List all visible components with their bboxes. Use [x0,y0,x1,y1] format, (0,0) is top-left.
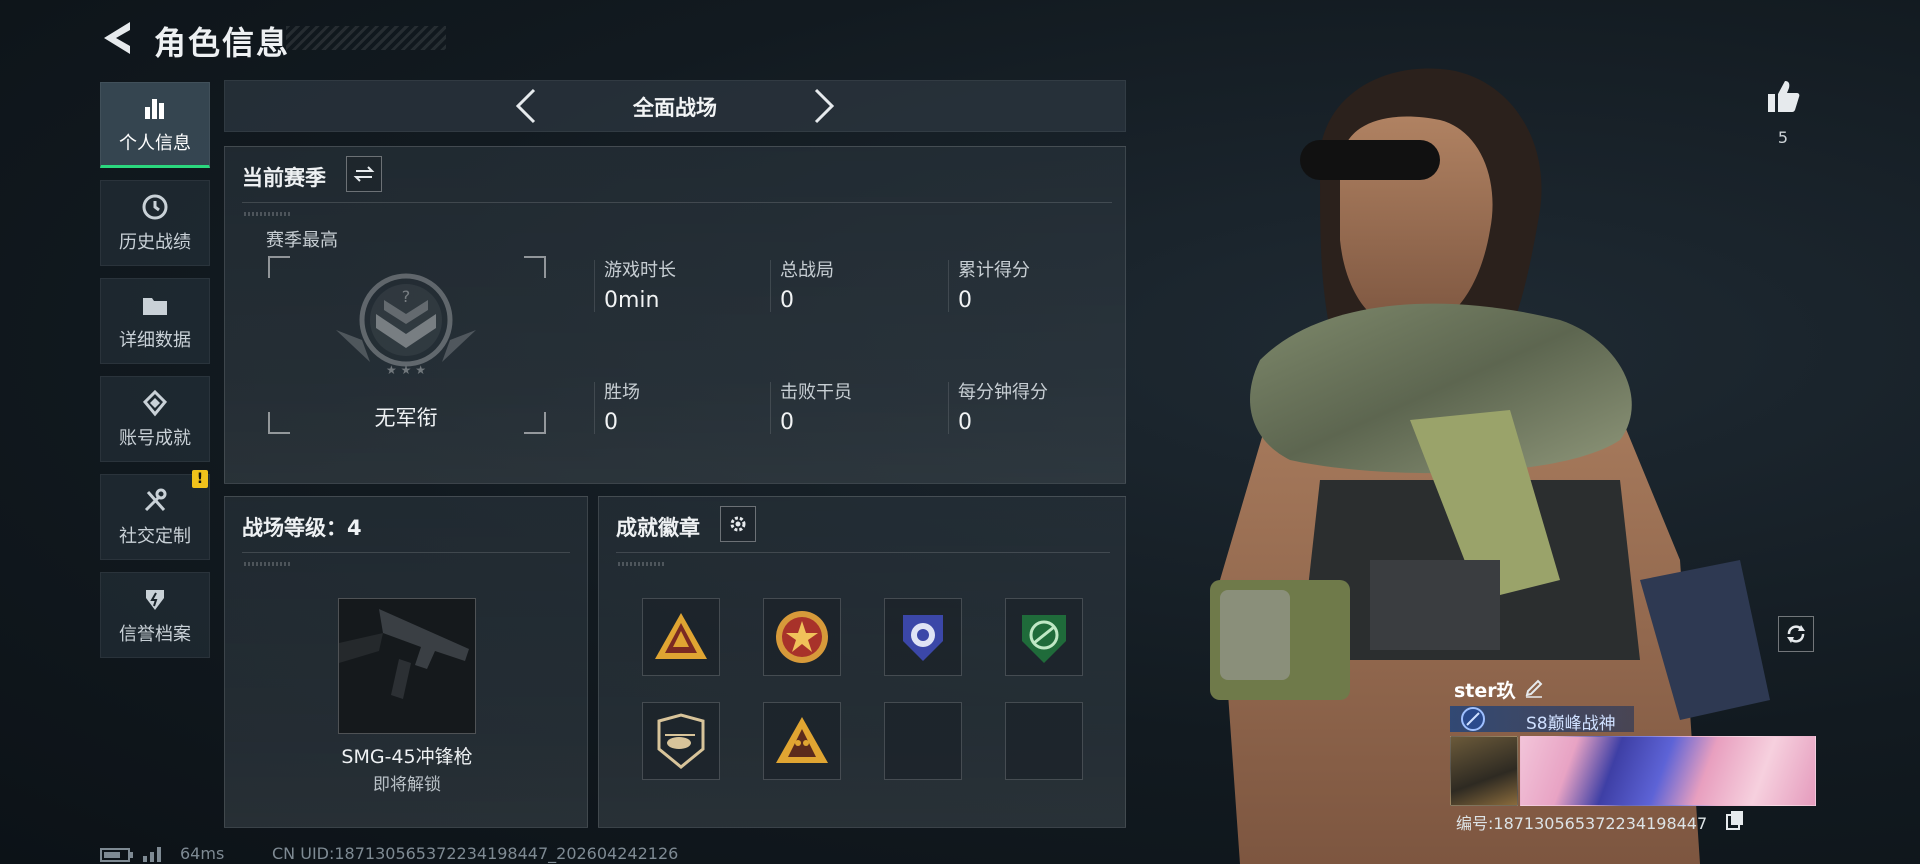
game-mode-label: 全面战场 [633,96,717,120]
frame-corner [268,412,290,434]
achievement-icon [142,389,168,417]
wrench-screwdriver-icon [144,488,167,512]
stat-value: 0 [604,410,618,435]
sidebar-item-personal-info[interactable]: 个人信息 [100,82,210,168]
rank-emblem-small-icon [1461,707,1485,731]
credit-shield-icon [146,590,164,610]
stat-label: 每分钟得分 [958,382,1048,403]
season-title: 当前赛季 [242,166,326,190]
page-title: 角色信息 [154,24,291,62]
stat-value: 0 [958,288,972,313]
stat-separator [948,382,949,434]
bar-chart-icon [145,99,164,119]
rotate-button[interactable] [1778,616,1814,652]
panel-divider [242,202,1112,203]
achievement-title: 成就徽章 [616,516,700,540]
pyramid-badge-icon [655,613,707,659]
svg-text:?: ? [402,287,411,306]
stat-value: 0min [604,288,660,313]
player-name: ster玖 [1454,680,1516,702]
sidebar-item-label: 个人信息 [119,133,191,154]
stat-label: 累计得分 [958,260,1030,281]
stat-label: 击败干员 [780,382,852,403]
title-decoration [286,26,446,50]
weapon-name: SMG-45冲锋枪 [341,746,473,768]
season-best-label: 赛季最高 [266,230,338,251]
stat-label: 总战局 [780,260,834,281]
stat-separator [948,260,949,312]
achievement-badge-slot[interactable] [763,702,841,780]
sidebar-item-label: 账号成就 [119,428,191,449]
weapon-image[interactable] [338,598,476,734]
history-clock-icon [142,194,168,220]
stat-separator [594,382,595,434]
sidebar-item-detailed-data[interactable]: 详细数据 [100,278,210,364]
empty-badge-slot[interactable] [884,702,962,780]
stat-separator [770,382,771,434]
achievement-badge-slot[interactable] [1005,598,1083,676]
sidebar-item-credit-record[interactable]: 信誉档案 [100,572,210,658]
like-count: 5 [1777,128,1789,147]
rank-name: 无军衔 [374,406,438,430]
stat-separator [594,260,595,312]
player-id: 编号:18713056537223419844​7 [1456,814,1708,833]
ping-text: 64ms [180,844,225,863]
stat-label: 游戏时长 [604,260,676,281]
achievement-badge-slot[interactable] [642,598,720,676]
star-medal-badge-icon [776,611,828,663]
achievement-badge-slot[interactable] [884,598,962,676]
signal-icon [143,847,161,862]
folder-icon [143,298,167,315]
stat-separator [770,260,771,312]
battery-icon [100,848,133,862]
empty-badge-slot[interactable] [1005,702,1083,780]
frame-corner [268,256,290,278]
frame-corner [524,412,546,434]
frame-corner [524,256,546,278]
stat-value: 0 [780,410,794,435]
blue-shield-badge-icon [903,615,943,661]
rank-emblem-icon: ? ★ ★ ★ [336,273,476,377]
sidebar-item-history[interactable]: 历史战绩 [100,180,210,266]
back-arrow-icon[interactable] [100,18,134,58]
swap-icon [353,166,375,182]
smg-weapon-icon [339,609,469,699]
gear-icon [730,516,746,532]
chevron-left-icon[interactable] [510,86,542,126]
stripe-decoration [244,562,290,566]
panel-divider [242,552,570,553]
switch-season-button[interactable] [346,156,382,192]
stat-value: 0 [780,288,794,313]
achievement-badge-slot[interactable] [763,598,841,676]
stripe-decoration [244,212,290,216]
sidebar-item-label: 详细数据 [119,330,191,351]
uid-text: CN UID:18713056537223419844​7_2026042421… [272,844,679,863]
copy-icon[interactable] [1726,810,1744,830]
thumbs-up-icon[interactable] [1764,78,1802,116]
rank-title-text: S8巅峰战神 [1526,714,1616,734]
soldiers-badge-icon [776,717,828,763]
battlefield-level-title: 战场等级：4 [242,516,362,540]
sidebar-item-label: 信誉档案 [119,624,191,645]
notification-badge: ! [192,470,208,488]
badge-settings-button[interactable] [720,506,756,542]
svg-text:★ ★ ★: ★ ★ ★ [386,363,426,377]
sidebar-item-label: 历史战绩 [119,232,191,253]
chevron-right-icon[interactable] [808,86,840,126]
stripe-decoration [618,562,664,566]
weapon-status: 即将解锁 [373,775,441,795]
sidebar-item-label: 社交定制 [119,526,191,547]
achievement-badge-slot[interactable] [642,702,720,780]
stat-label: 胜场 [604,382,640,403]
refresh-icon [1787,625,1805,643]
sidebar-item-achievements[interactable]: 账号成就 [100,376,210,462]
helicopter-badge-icon [657,713,705,769]
panel-divider [616,552,1110,553]
profile-banner[interactable] [1520,736,1816,806]
green-shield-badge-icon [1022,615,1066,663]
edit-pencil-icon[interactable] [1524,678,1544,698]
avatar[interactable] [1450,736,1518,806]
stat-value: 0 [958,410,972,435]
